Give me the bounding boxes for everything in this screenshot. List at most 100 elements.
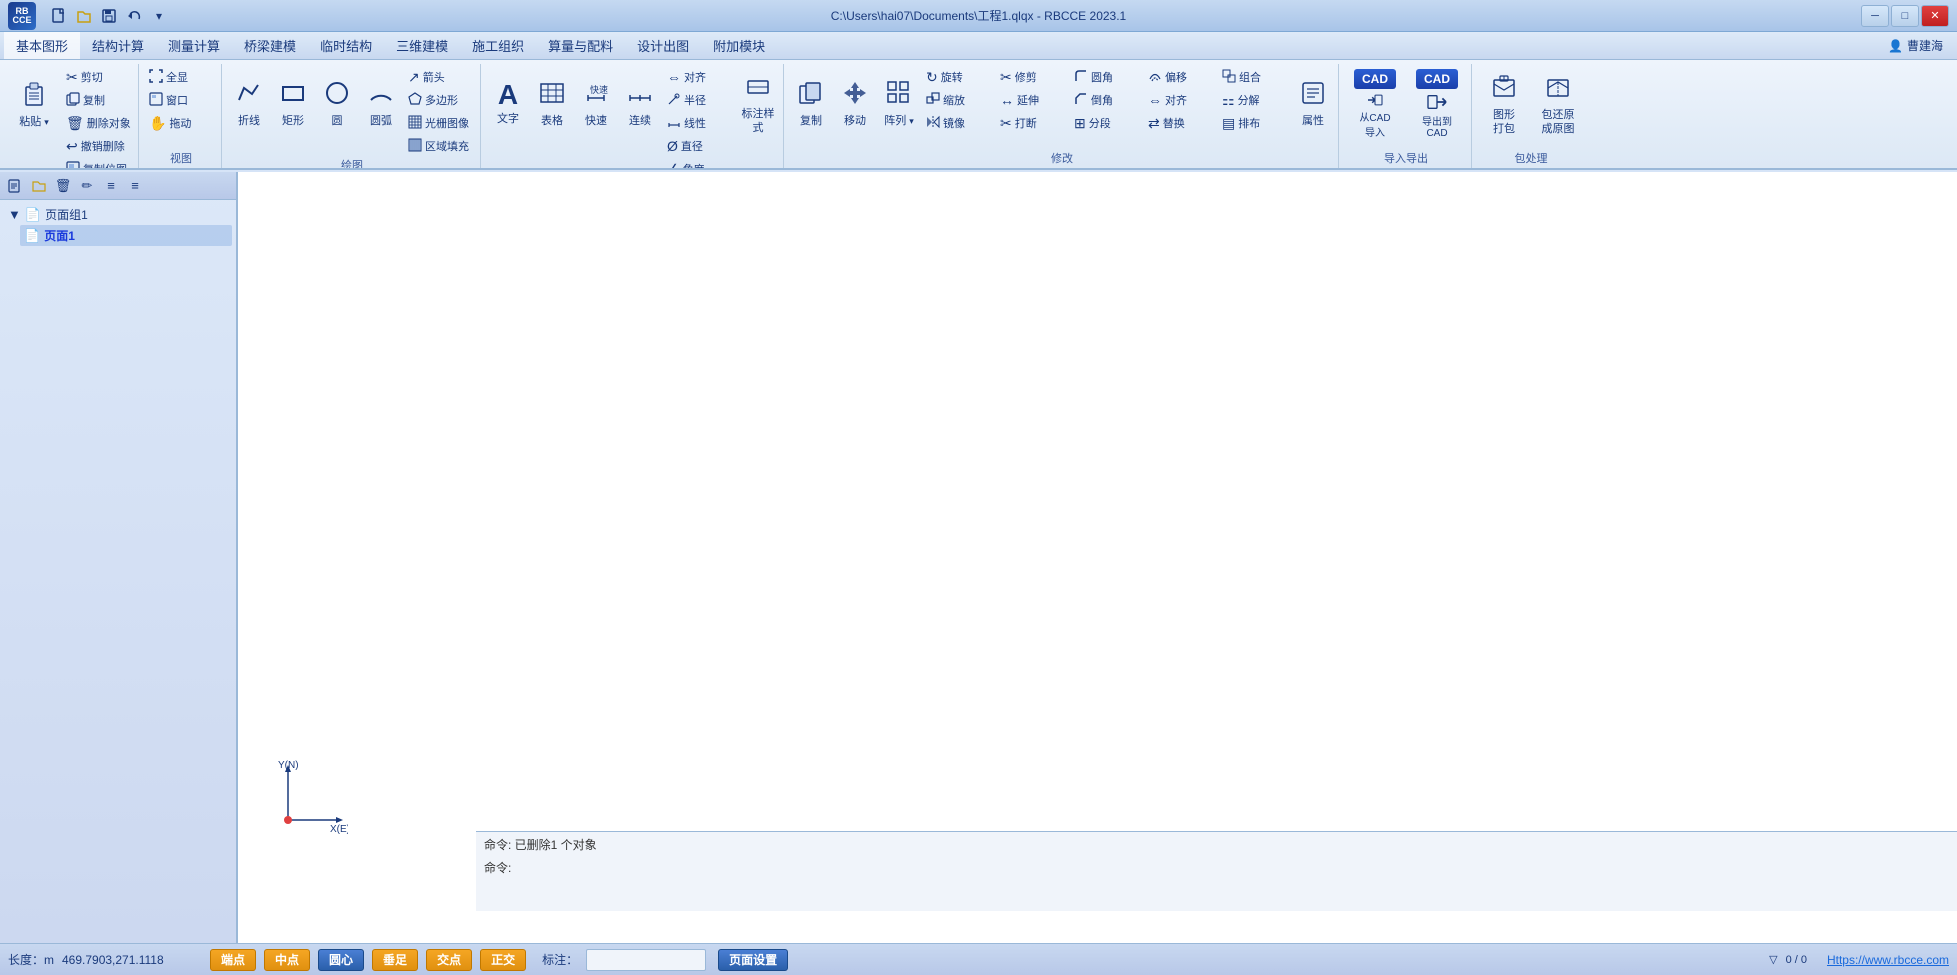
- snap-perpendicular-btn[interactable]: 垂足: [372, 949, 418, 971]
- continuous-dim-button[interactable]: 连续: [619, 66, 661, 142]
- delete-object-button[interactable]: 🗑 删除对象: [62, 112, 134, 134]
- segment-button[interactable]: ⊞ 分段: [1070, 112, 1142, 134]
- snap-endpoint-btn[interactable]: 端点: [210, 949, 256, 971]
- paste-button[interactable]: 粘贴 ▾: [8, 66, 60, 142]
- sidebar-toolbar: 🗑 ✏ ≡ ≡: [0, 172, 236, 200]
- snap-ortho-btn[interactable]: 正交: [480, 949, 526, 971]
- tree-item-page1[interactable]: 📄 页面1: [20, 225, 232, 246]
- menu-item-design-drawing[interactable]: 设计出图: [625, 32, 701, 59]
- menu-item-3d-modeling[interactable]: 三维建模: [384, 32, 460, 59]
- linear-dim-button[interactable]: 线性: [663, 112, 735, 134]
- table-button[interactable]: 表格: [531, 66, 573, 142]
- to-cad-button[interactable]: CAD 导出到CAD: [1407, 66, 1467, 142]
- sidebar-open-btn[interactable]: [28, 175, 50, 197]
- open-button[interactable]: [73, 5, 95, 27]
- ribbon-group-clipboard: 粘贴 ▾ ✂ 剪切 复制 🗑 删除对象: [4, 64, 139, 168]
- arrange-button[interactable]: ▤ 排布: [1218, 112, 1290, 134]
- undo-delete-button[interactable]: ↩ 撤销删除: [62, 135, 134, 157]
- chamfer-button[interactable]: 倒角: [1070, 89, 1142, 111]
- arrow-button[interactable]: ↗ 箭头: [404, 66, 476, 88]
- note-input[interactable]: [586, 949, 706, 971]
- snap-intersection-btn[interactable]: 交点: [426, 949, 472, 971]
- text-button[interactable]: A 文字: [487, 66, 529, 142]
- menu-item-addons[interactable]: 附加模块: [701, 32, 777, 59]
- trim-button[interactable]: ✂ 修剪: [996, 66, 1068, 88]
- diameter-dim-button[interactable]: Ø 直径: [663, 135, 735, 157]
- cut-button[interactable]: ✂ 剪切: [62, 66, 134, 88]
- replace-button[interactable]: ⇄ 替换: [1144, 112, 1216, 134]
- polygon-button[interactable]: 多边形: [404, 89, 476, 111]
- decompose-button[interactable]: ⚏ 分解: [1218, 89, 1290, 111]
- menu-item-construction-org[interactable]: 施工组织: [460, 32, 536, 59]
- properties-button[interactable]: 属性: [1292, 66, 1334, 142]
- statusbar: 长度：m 469.7903,271.1118 端点 中点 圆心 垂足 交点 正交…: [0, 943, 1957, 975]
- sidebar-edit-btn[interactable]: ✏: [76, 175, 98, 197]
- offset-button[interactable]: 偏移: [1144, 66, 1216, 88]
- canvas-area[interactable]: Y(N) X(E) 命令: 已删除1 个对象 命令:: [238, 172, 1957, 943]
- copy-button[interactable]: 复制: [62, 89, 134, 111]
- scale-button[interactable]: 缩放: [922, 89, 994, 111]
- align-dim-button[interactable]: ⇔ 对齐: [663, 66, 735, 88]
- from-cad-button[interactable]: CAD 从CAD导入: [1345, 66, 1405, 142]
- save-button[interactable]: [98, 5, 120, 27]
- sidebar-indent-right-btn[interactable]: ≡: [124, 175, 146, 197]
- align-modify-button[interactable]: ⇔ 对齐: [1144, 89, 1216, 111]
- arrange-label: 排布: [1238, 115, 1260, 131]
- page-settings-btn[interactable]: 页面设置: [718, 949, 788, 971]
- move-button[interactable]: 移动: [834, 66, 876, 142]
- unpack-button[interactable]: 包还原成原图: [1532, 66, 1584, 142]
- mirror-button[interactable]: 镜像: [922, 112, 994, 134]
- snap-midpoint-btn[interactable]: 中点: [264, 949, 310, 971]
- menu-item-measurement-calc[interactable]: 测量计算: [156, 32, 232, 59]
- snap-center-btn[interactable]: 圆心: [318, 949, 364, 971]
- menu-item-temp-structure[interactable]: 临时结构: [308, 32, 384, 59]
- menu-item-basic-shapes[interactable]: 基本图形: [4, 32, 80, 59]
- rotate-label: 旋转: [941, 69, 963, 85]
- rect-button[interactable]: 矩形: [272, 66, 314, 142]
- modify-copy-button[interactable]: 复制: [790, 66, 832, 142]
- undo-button[interactable]: [123, 5, 145, 27]
- extend-button[interactable]: ↔ 延伸: [996, 89, 1068, 111]
- ribbon-group-annotation: A 文字 表格 快速 快速 连续: [483, 64, 784, 168]
- modify-col4: 偏移 ⇔ 对齐 ⇄ 替换: [1144, 66, 1216, 134]
- fillet-button[interactable]: 圆角: [1070, 66, 1142, 88]
- rotate-button[interactable]: ↻ 旋转: [922, 66, 994, 88]
- minimize-button[interactable]: ─: [1861, 5, 1889, 27]
- radius-dim-button[interactable]: 半径: [663, 89, 735, 111]
- copy-bitmap-button[interactable]: 复制位图: [62, 158, 134, 170]
- combine-button[interactable]: 组合: [1218, 66, 1290, 88]
- fullview-button[interactable]: 全显: [145, 66, 217, 88]
- array-button[interactable]: 阵列 ▾: [878, 66, 920, 142]
- align-dim-icon: ⇔: [667, 69, 681, 85]
- angle-dim-button[interactable]: ∠ 角度: [663, 158, 735, 170]
- dim-style-button[interactable]: 标注样式: [737, 66, 779, 142]
- sidebar-indent-left-btn[interactable]: ≡: [100, 175, 122, 197]
- pack-button[interactable]: 图形打包: [1478, 66, 1530, 142]
- raster-image-button[interactable]: 光栅图像: [404, 112, 476, 134]
- mirror-icon: [926, 115, 940, 132]
- sidebar-delete-btn[interactable]: 🗑: [52, 175, 74, 197]
- menu-item-structural-calc[interactable]: 结构计算: [80, 32, 156, 59]
- maximize-button[interactable]: □: [1891, 5, 1919, 27]
- area-fill-button[interactable]: 区域填充: [404, 135, 476, 157]
- menu-item-bridge-modeling[interactable]: 桥梁建模: [232, 32, 308, 59]
- break-button[interactable]: ✂ 打断: [996, 112, 1068, 134]
- window-view-button[interactable]: 窗口: [145, 89, 217, 111]
- new-button[interactable]: [48, 5, 70, 27]
- arc-button[interactable]: 圆弧: [360, 66, 402, 142]
- linear-dim-label: 线性: [684, 115, 706, 131]
- quick-dim-button[interactable]: 快速 快速: [575, 66, 617, 142]
- circle-button[interactable]: 圆: [316, 66, 358, 142]
- close-button[interactable]: ✕: [1921, 5, 1949, 27]
- undo-delete-icon: ↩: [66, 138, 78, 155]
- rbcce-link[interactable]: Https://www.rbcce.com: [1827, 953, 1949, 967]
- drag-button[interactable]: ✋ 拖动: [145, 112, 217, 134]
- polyline-button[interactable]: 折线: [228, 66, 270, 142]
- user-area[interactable]: 👤 曹建海: [1878, 32, 1953, 59]
- dropdown-arrow-button[interactable]: ▾: [148, 5, 170, 27]
- sidebar-new-btn[interactable]: [4, 175, 26, 197]
- tree-item-page-group1[interactable]: ▼ 📄 页面组1: [4, 204, 232, 225]
- sidebar-tree: ▼ 📄 页面组1 📄 页面1: [0, 200, 236, 250]
- page-group-icon: 📄: [25, 207, 41, 223]
- menu-item-quantity[interactable]: 算量与配料: [536, 32, 625, 59]
